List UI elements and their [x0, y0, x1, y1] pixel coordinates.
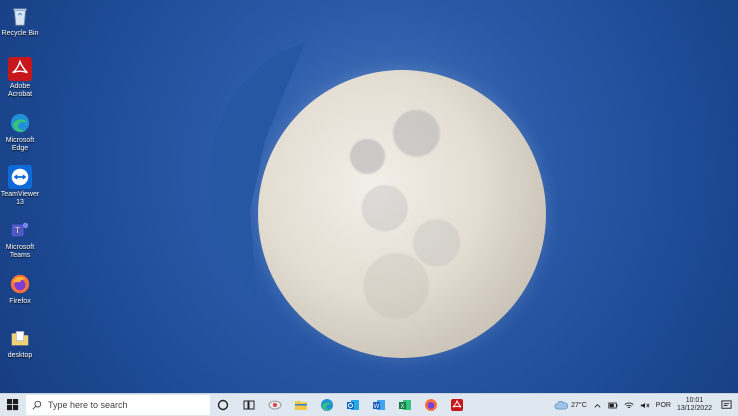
- weather-widget[interactable]: 27°C: [554, 400, 587, 411]
- desktop-icon-microsoft-edge[interactable]: Microsoft Edge: [0, 111, 40, 153]
- notification-icon: [720, 399, 732, 409]
- search-placeholder: Type here to search: [48, 400, 128, 410]
- desktop-icon-label: Microsoft Teams: [5, 244, 35, 259]
- taskbar: Type here to search W X 27°C POR 10:01 1…: [0, 393, 738, 416]
- desktop-icon-label: Firefox: [9, 298, 31, 305]
- firefox-icon: [425, 399, 437, 411]
- language-indicator[interactable]: POR: [656, 402, 671, 409]
- cortana-button[interactable]: [210, 394, 236, 416]
- folder-icon: [8, 326, 32, 350]
- cortana-icon: [217, 399, 229, 411]
- edge-icon: [8, 111, 32, 135]
- taskbar-app-file-explorer[interactable]: [288, 394, 314, 416]
- desktop-icon-label: desktop: [7, 352, 33, 359]
- outlook-icon: [347, 400, 359, 410]
- excel-icon: X: [399, 400, 411, 410]
- chrome-like-icon: [268, 400, 282, 410]
- chevron-up-icon[interactable]: [593, 401, 602, 410]
- windows-icon: [7, 399, 19, 411]
- desktop-icon-label: Recycle Bin: [1, 30, 39, 37]
- firefox-icon: [8, 272, 32, 296]
- taskbar-app-word[interactable]: W: [366, 394, 392, 416]
- desktop-icon-adobe-acrobat[interactable]: Adobe Acrobat: [0, 57, 40, 99]
- word-icon: W: [373, 400, 385, 410]
- desktop-icon-teamviewer[interactable]: TeamViewer 13: [0, 165, 40, 207]
- notification-center-button[interactable]: [718, 399, 734, 411]
- system-tray: 27°C POR 10:01 13/12/2022: [554, 394, 738, 416]
- desktop-icon-label: Adobe Acrobat: [7, 83, 33, 98]
- taskbar-app-edge[interactable]: [314, 394, 340, 416]
- task-view-button[interactable]: [236, 394, 262, 416]
- clock-time: 10:01: [685, 397, 704, 404]
- desktop-icon-microsoft-teams[interactable]: T Microsoft Teams: [0, 218, 40, 260]
- taskbar-app-acrobat[interactable]: [444, 394, 470, 416]
- taskbar-app-outlook[interactable]: [340, 394, 366, 416]
- speaker-muted-icon[interactable]: [640, 401, 650, 410]
- adobe-acrobat-icon: [8, 57, 32, 81]
- teamviewer-icon: [8, 165, 32, 189]
- file-explorer-icon: [295, 401, 307, 410]
- svg-text:T: T: [15, 227, 20, 236]
- acrobat-icon: [451, 399, 463, 411]
- desktop-icon-desktop-folder[interactable]: desktop: [0, 326, 40, 360]
- wifi-icon[interactable]: [624, 401, 634, 410]
- edge-icon: [321, 399, 333, 411]
- desktop-icon-recycle-bin[interactable]: Recycle Bin: [0, 4, 40, 38]
- desktop-icon-label: TeamViewer 13: [0, 191, 40, 206]
- taskbar-app-excel[interactable]: X: [392, 394, 418, 416]
- weather-temperature: 27°C: [571, 401, 587, 409]
- desktop-icon-label: Microsoft Edge: [5, 137, 35, 152]
- clock[interactable]: 10:01 13/12/2022: [677, 397, 712, 413]
- teams-icon: T: [8, 218, 32, 242]
- search-icon: [32, 400, 42, 410]
- svg-text:X: X: [400, 404, 404, 410]
- desktop-background: Recycle Bin Adobe Acrobat Microsoft Edge…: [0, 0, 738, 394]
- battery-icon[interactable]: [608, 401, 618, 410]
- recycle-bin-icon: [8, 4, 32, 28]
- clock-date: 13/12/2022: [676, 405, 712, 412]
- desktop-icon-firefox[interactable]: Firefox: [0, 272, 40, 306]
- taskbar-app-firefox[interactable]: [418, 394, 444, 416]
- cloud-icon: [554, 400, 569, 409]
- start-button[interactable]: [0, 394, 26, 416]
- svg-text:W: W: [374, 404, 380, 410]
- taskbar-search-box[interactable]: Type here to search: [26, 395, 210, 415]
- moon-wallpaper-image: [258, 70, 546, 358]
- task-view-icon: [243, 400, 255, 410]
- taskbar-app-chrome[interactable]: [262, 394, 288, 416]
